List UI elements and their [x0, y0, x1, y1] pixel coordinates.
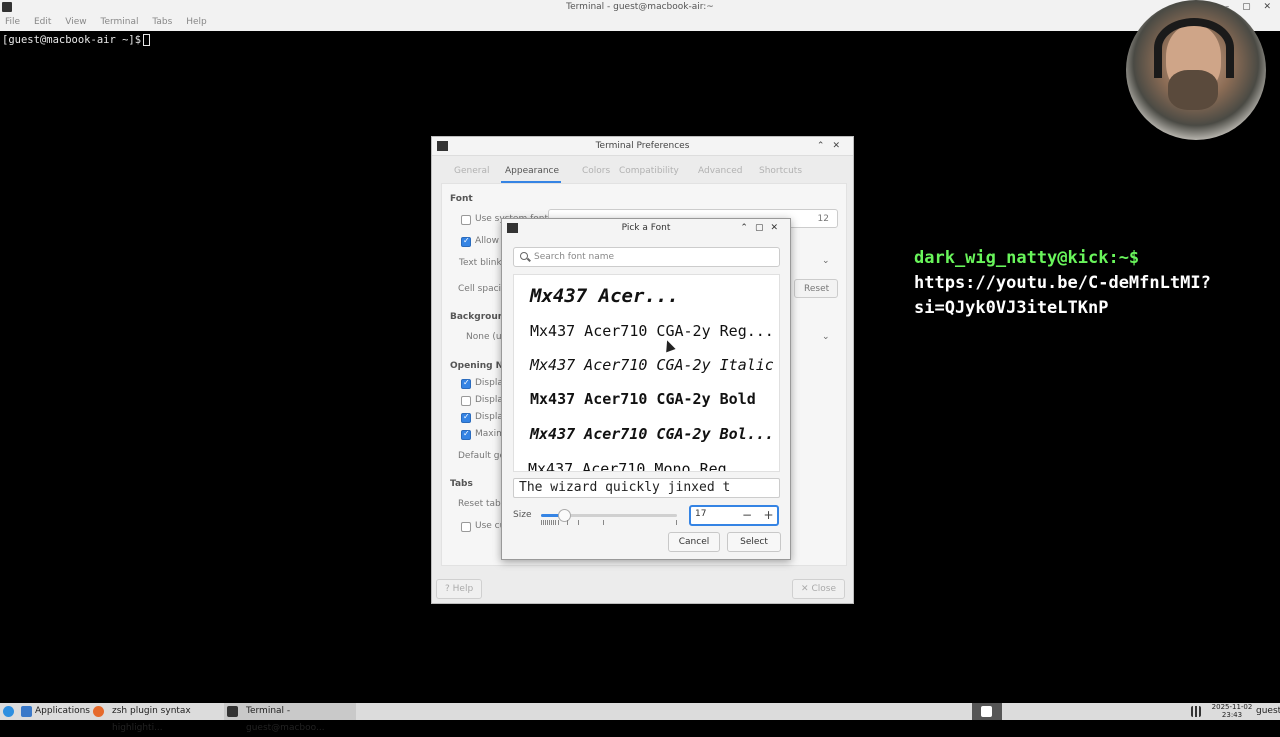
terminal-menubar: File Edit View Terminal Tabs Help	[0, 14, 1280, 31]
applications-menu[interactable]: Applications	[19, 703, 90, 720]
close-button[interactable]: ✕ Close	[792, 579, 845, 599]
menu-terminal[interactable]: Terminal	[100, 17, 138, 27]
pick-font-dialog: Pick a Font ⌃▢✕ Search font name Mx437 A…	[501, 218, 791, 560]
menu-file[interactable]: File	[5, 17, 20, 27]
select-button[interactable]: Select	[727, 532, 781, 552]
firefox-icon	[93, 706, 104, 717]
firefox-task[interactable]: zsh plugin syntax highlighti...	[92, 703, 220, 733]
help-label: Help	[452, 584, 474, 594]
stream-overlay: dark_wig_natty@kick:~$ https://youtu.be/…	[914, 246, 1211, 321]
terminal-icon	[437, 141, 448, 151]
plus-icon[interactable]: +	[760, 507, 777, 524]
tab-shortcuts[interactable]: Shortcuts	[759, 166, 802, 176]
headphones-icon	[1154, 18, 1234, 78]
allow-bold-checkbox[interactable]	[461, 236, 471, 247]
tab-colors[interactable]: Colors	[582, 166, 610, 176]
font-preview[interactable]: The wizard quickly jinxed t	[513, 478, 780, 498]
applications-icon	[21, 706, 32, 717]
menu-help[interactable]: Help	[186, 17, 207, 27]
size-value[interactable]: 17	[695, 509, 706, 519]
font-list-item[interactable]: Mx437 Acer710 Mono Reg...	[528, 460, 754, 471]
tab-compatibility[interactable]: Compatibility	[619, 166, 679, 176]
reset-label: Reset	[804, 284, 830, 294]
menu-edit[interactable]: Edit	[34, 17, 51, 27]
size-spinbutton[interactable]: 17 − +	[689, 505, 779, 526]
font-list[interactable]: Mx437 Acer... Mx437 Acer710 CGA-2y Reg..…	[513, 274, 780, 472]
menu-view[interactable]: View	[65, 17, 86, 27]
maximize-checkbox[interactable]	[461, 429, 471, 440]
terminal-task-label: Terminal - guest@macboo...	[246, 706, 325, 733]
chevron-down-icon[interactable]: ⌄	[822, 332, 830, 342]
prefs-titlebar: Terminal Preferences ⌃✕	[432, 137, 853, 156]
size-slider-ticks	[541, 520, 677, 526]
display-checkbox-1[interactable]	[461, 378, 471, 389]
font-list-item[interactable]: Mx437 Acer710 CGA-2y Bold	[530, 390, 756, 408]
whisker-menu-icon[interactable]	[2, 703, 16, 720]
reset-button[interactable]: Reset	[794, 279, 838, 298]
font-list-item[interactable]: Mx437 Acer710 CGA-2y Reg...	[530, 322, 774, 340]
chevron-down-icon[interactable]: ⌄	[822, 256, 830, 266]
shell-prompt: [guest@macbook-air ~]$	[2, 34, 151, 46]
taskbar: Applications zsh plugin syntax highlight…	[0, 703, 1280, 733]
font-search-input[interactable]: Search font name	[513, 247, 780, 267]
help-button[interactable]: ? Help	[436, 579, 483, 599]
clock-time: 23:43	[1221, 711, 1243, 719]
reset-tab-label: Reset tab	[458, 499, 501, 509]
clock[interactable]: 2025-11-02 23:43	[1210, 703, 1254, 720]
cancel-button[interactable]: Cancel	[668, 532, 720, 552]
prefs-tabs: General Appearance Colors Compatibility …	[441, 161, 847, 183]
help-icon: ?	[445, 584, 450, 594]
network-icon[interactable]	[1191, 703, 1203, 720]
overlay-user: dark_wig_natty@kick:~$	[914, 248, 1140, 268]
webcam-feed	[1126, 0, 1266, 140]
text-cursor	[143, 34, 151, 46]
terminal-icon	[2, 2, 12, 12]
overlay-url-2: si=QJyk0VJ3iteLTKnP	[914, 298, 1109, 318]
use-system-font-checkbox[interactable]	[461, 215, 471, 225]
search-placeholder: Search font name	[534, 252, 615, 262]
display-checkbox-2[interactable]	[461, 396, 471, 406]
size-slider[interactable]	[541, 509, 677, 522]
firefox-task-label: zsh plugin syntax highlighti...	[112, 706, 191, 733]
prefs-window-controls[interactable]: ⌃✕	[817, 137, 848, 156]
minus-icon[interactable]: −	[737, 507, 757, 524]
use-custom-checkbox[interactable]	[461, 522, 471, 532]
pick-font-window-controls[interactable]: ⌃▢✕	[740, 219, 785, 238]
applications-label: Applications	[35, 706, 90, 716]
terminal-icon	[507, 223, 518, 233]
size-label: Size	[513, 510, 532, 520]
terminal-title: Terminal - guest@macbook-air:~	[566, 2, 714, 12]
terminal-task[interactable]: Terminal - guest@macboo...	[224, 703, 356, 733]
search-icon	[520, 252, 528, 260]
font-section-label: Font	[450, 194, 473, 204]
terminal-icon	[227, 706, 238, 717]
pick-font-titlebar: Pick a Font ⌃▢✕	[502, 219, 790, 238]
close-icon: ✕	[801, 584, 809, 594]
tab-advanced[interactable]: Advanced	[698, 166, 742, 176]
display-checkbox-3[interactable]	[461, 412, 471, 423]
terminal-titlebar: Terminal - guest@macbook-air:~ – ▢ ✕	[0, 0, 1280, 14]
tabs-section-label: Tabs	[450, 479, 473, 489]
menu-tabs[interactable]: Tabs	[152, 17, 172, 27]
font-list-item[interactable]: Mx437 Acer...	[530, 285, 679, 307]
user-menu[interactable]: guest	[1256, 703, 1280, 720]
font-size-value: 12	[817, 214, 829, 224]
tab-appearance[interactable]: Appearance	[505, 166, 559, 176]
pick-font-title: Pick a Font	[621, 223, 671, 233]
font-list-item[interactable]: Mx437 Acer710 CGA-2y Bol...	[530, 425, 774, 443]
prompt-text: [guest@macbook-air ~]$	[2, 34, 142, 46]
font-list-item[interactable]: Mx437 Acer710 CGA-2y Italic	[530, 356, 774, 374]
prefs-title: Terminal Preferences	[595, 141, 690, 151]
workspace-switcher[interactable]	[972, 703, 1002, 720]
overlay-url-1: https://youtu.be/C-deMfnLtMI?	[914, 273, 1211, 293]
clock-date: 2025-11-02	[1211, 703, 1253, 711]
close-label: Close	[811, 584, 836, 594]
workspace-icon	[981, 706, 992, 717]
tab-general[interactable]: General	[454, 166, 489, 176]
